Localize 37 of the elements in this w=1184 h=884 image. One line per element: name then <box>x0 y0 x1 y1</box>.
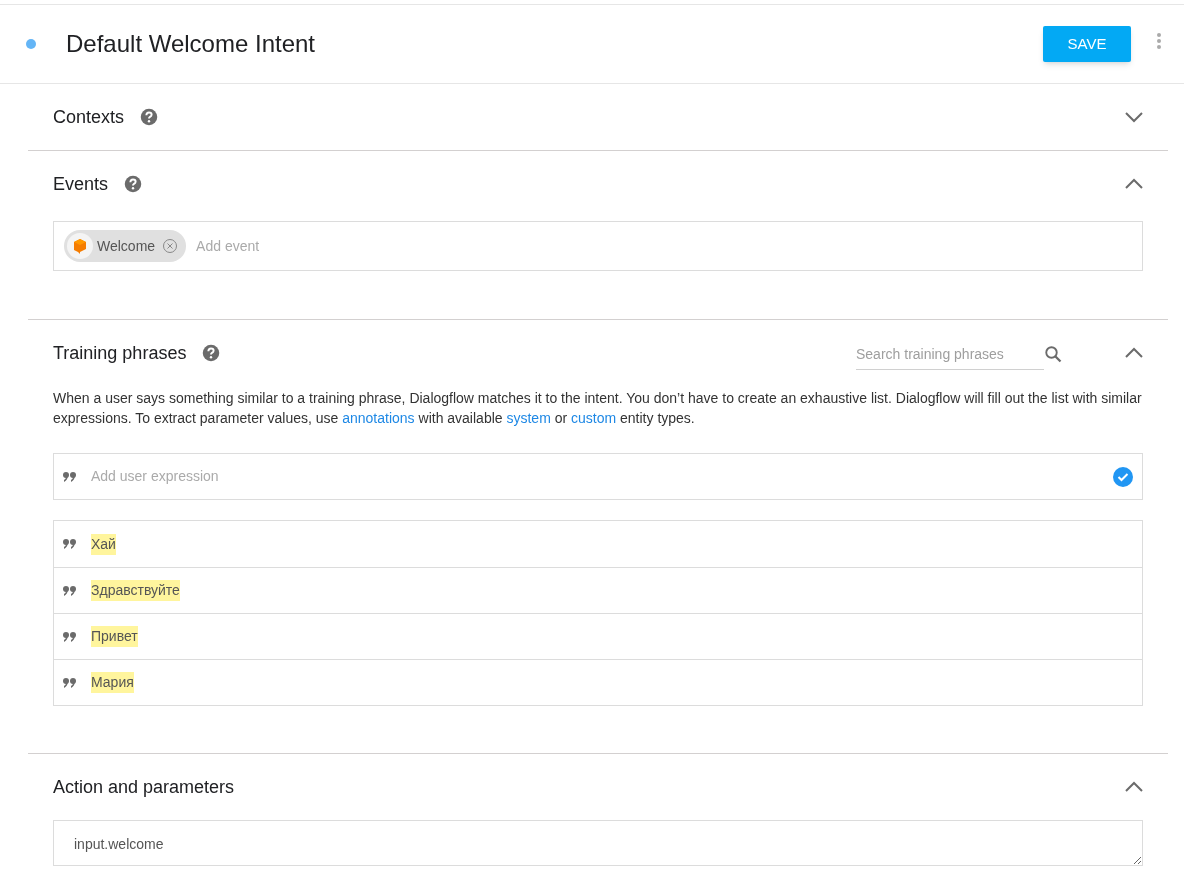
search-field[interactable]: Search training phrases <box>856 338 1044 370</box>
help-icon[interactable] <box>140 108 159 126</box>
remove-icon[interactable] <box>162 238 179 254</box>
section-title: Contexts <box>53 105 125 129</box>
action-field[interactable]: input.welcome <box>53 820 1143 866</box>
chevron-up-icon[interactable] <box>1124 347 1144 359</box>
chevron-up-icon[interactable] <box>1124 781 1144 793</box>
expression-field[interactable]: Add user expression <box>53 453 1143 500</box>
help-icon[interactable] <box>202 344 221 362</box>
help-icon[interactable] <box>124 175 143 193</box>
quote-icon <box>63 539 77 549</box>
section-title: Events <box>53 172 109 196</box>
training-phrase[interactable]: Хай <box>91 533 116 555</box>
check-circle-icon[interactable] <box>1113 466 1133 487</box>
training-phrase[interactable]: Здравствуйте <box>91 580 180 601</box>
quote-icon <box>63 677 77 688</box>
search-icon[interactable] <box>1044 345 1062 363</box>
section-title: Action and parameters <box>53 775 235 799</box>
cube-icon <box>67 233 93 259</box>
section-title: Training phrases <box>53 341 187 365</box>
chip-label: Welcome <box>97 236 156 256</box>
description-text: When a user says something similar to a training phrase, Dialogflow matches it to the intent. You don’t have to create an exhaustive list. Dialogflow will fill out the list with similar expressions. To extract parameter values, use annotations with available system or custom entity types. <box>53 389 1143 428</box>
quote-icon <box>63 585 77 596</box>
quote-icon <box>63 631 77 642</box>
intent-title: Default Welcome Intent <box>66 29 315 59</box>
event-input[interactable]: Add event <box>196 235 1132 257</box>
training-phrase[interactable]: Мария <box>91 672 134 693</box>
chevron-up-icon[interactable] <box>1124 178 1144 190</box>
link[interactable]: system <box>506 410 551 426</box>
event-chip[interactable]: Welcome <box>64 230 187 262</box>
link[interactable]: annotations <box>342 410 415 426</box>
expression-input[interactable]: Add user expression <box>91 466 1113 487</box>
chevron-down-icon[interactable] <box>1124 111 1144 123</box>
link[interactable]: custom <box>571 410 617 426</box>
event-field[interactable]: Welcome Add event <box>53 221 1143 271</box>
training-phrase[interactable]: Привет <box>91 626 138 647</box>
quote-icon <box>63 471 77 482</box>
